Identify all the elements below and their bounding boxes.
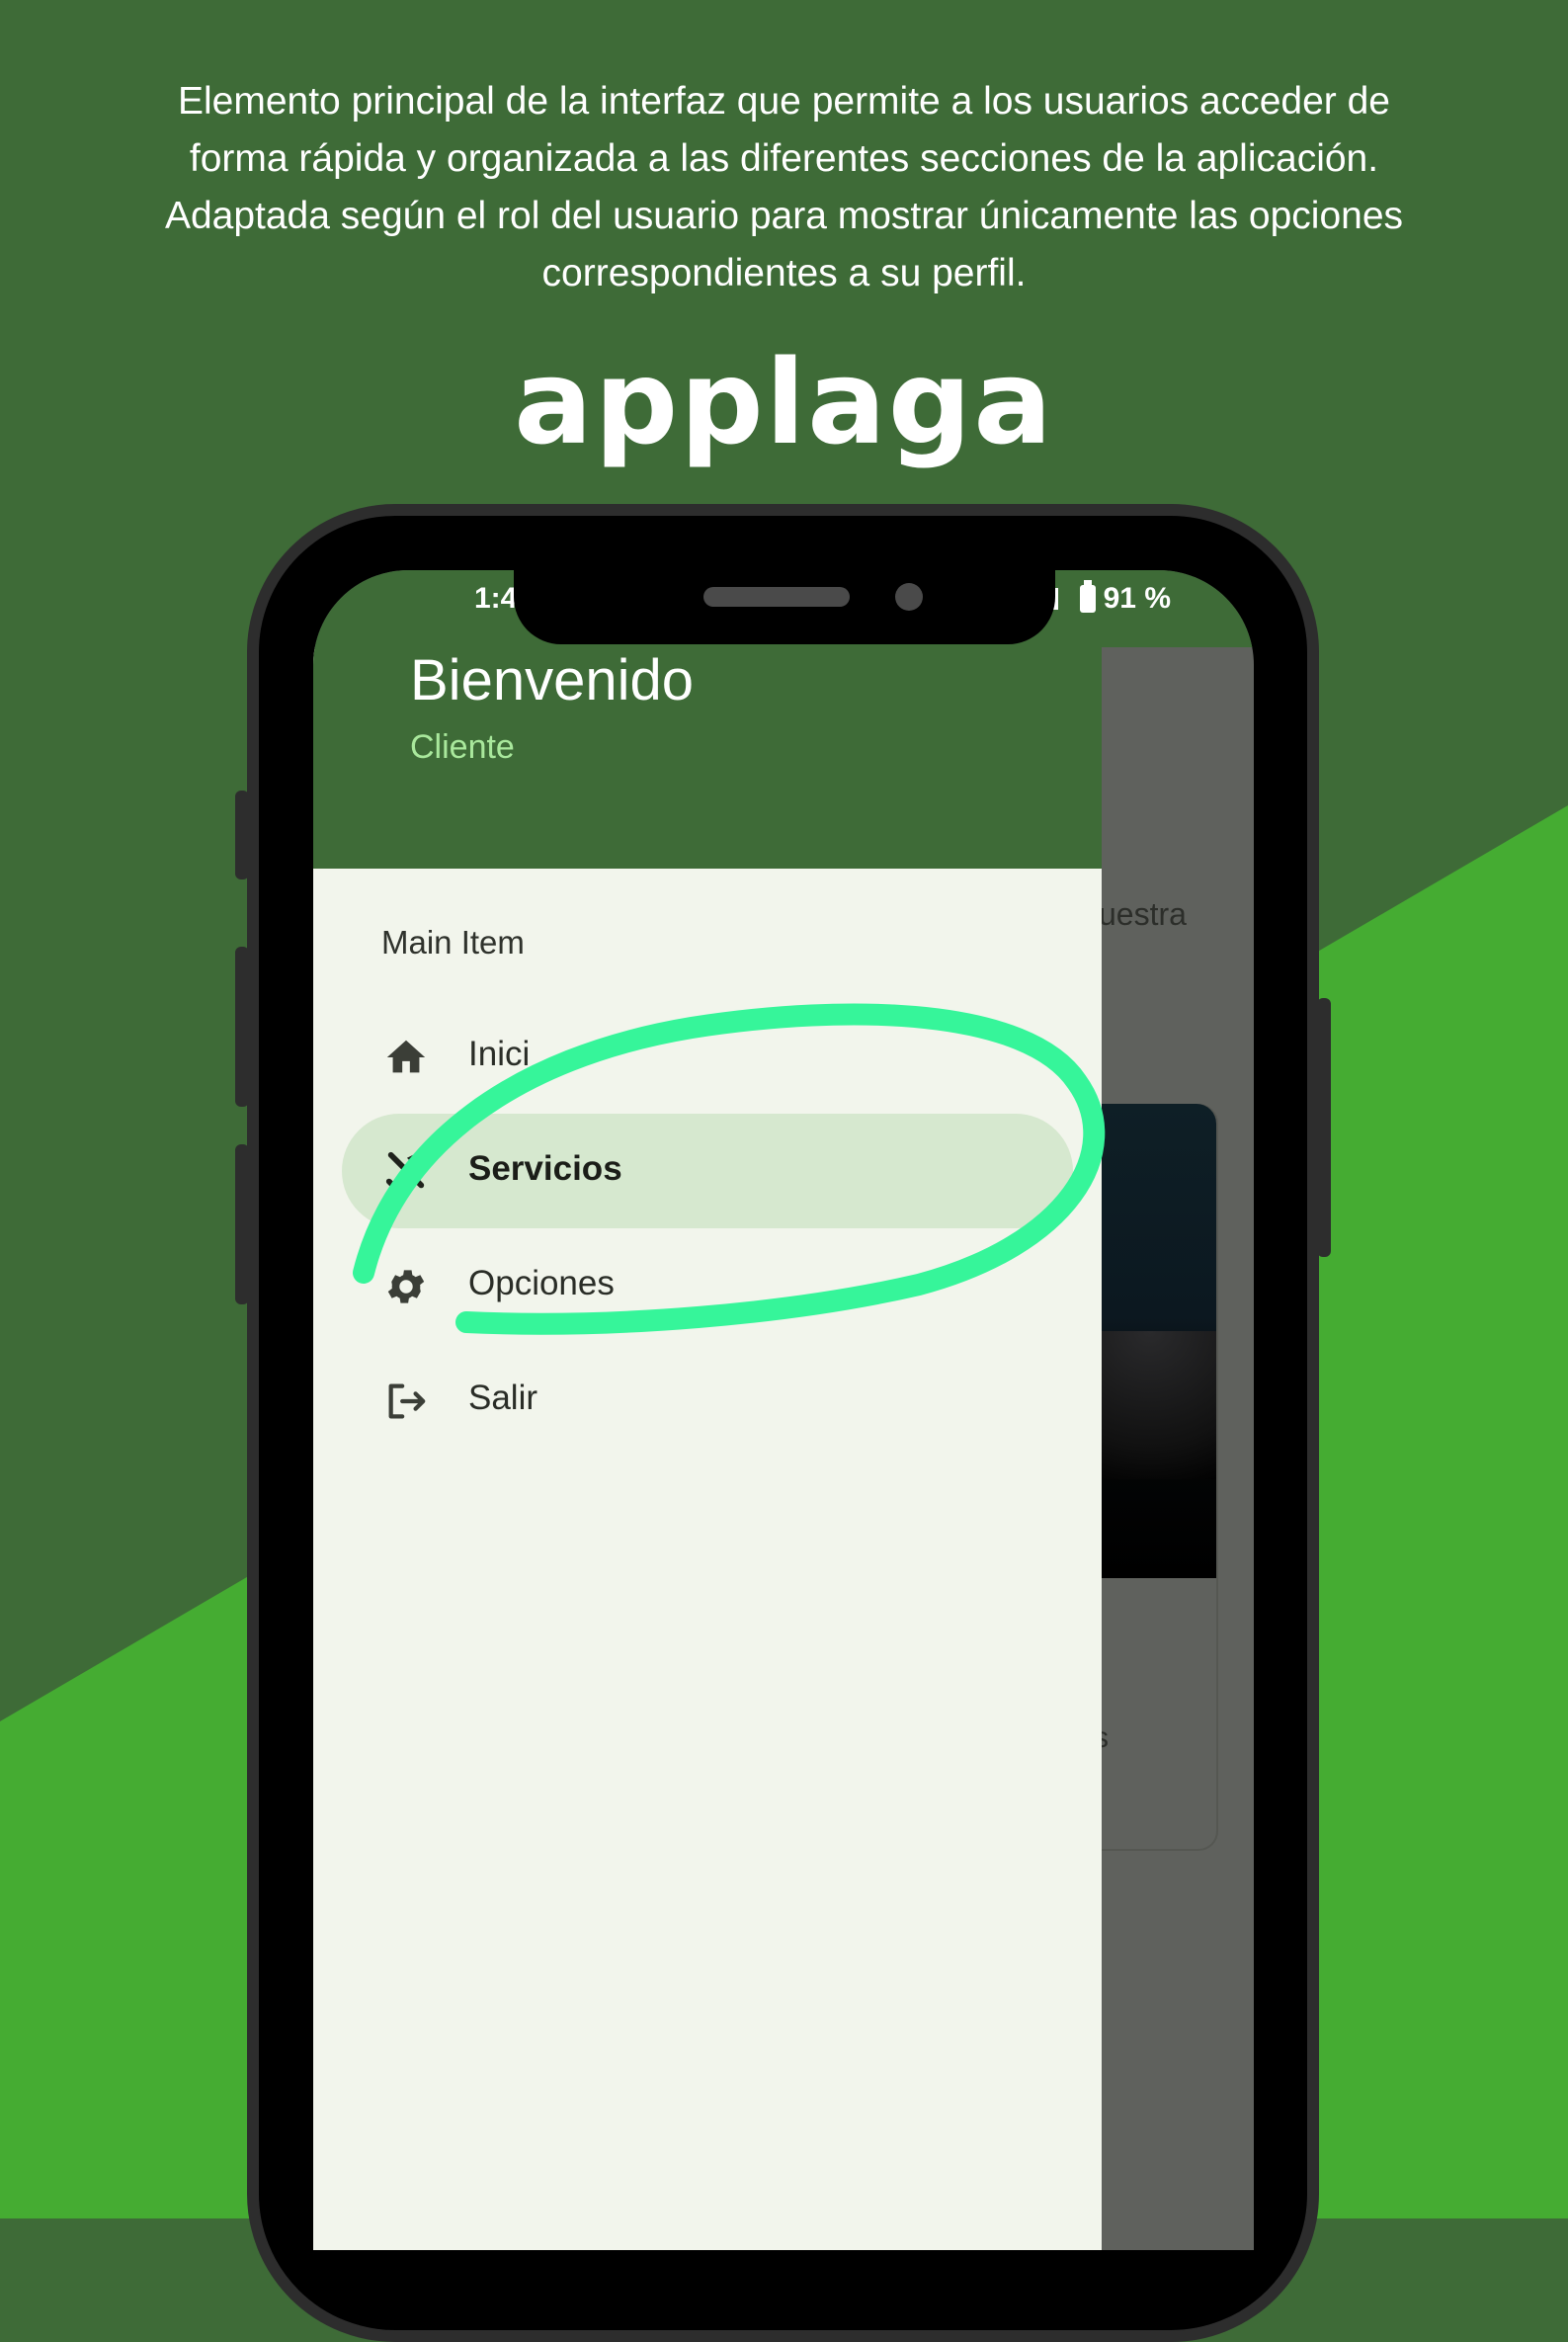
battery-level: 91 % bbox=[1103, 582, 1171, 615]
drawer-header: Bienvenido Cliente bbox=[313, 647, 1102, 869]
phone-speaker bbox=[703, 587, 850, 607]
home-icon bbox=[386, 1040, 426, 1073]
phone-screen: 1:4 91 % uestra s Bienvenido Cliente Mai… bbox=[313, 570, 1254, 2250]
drawer-section-title: Main Item bbox=[381, 924, 525, 961]
drawer-item-label: Inici bbox=[468, 1035, 531, 1073]
phone-power-button bbox=[1317, 998, 1331, 1257]
drawer-item-servicios[interactable]: Servicios bbox=[342, 1114, 1073, 1228]
battery-icon bbox=[1079, 580, 1096, 613]
drawer-item-label: Salir bbox=[468, 1379, 538, 1417]
drawer-item-inicio[interactable]: Inici bbox=[342, 999, 1073, 1114]
tools-icon bbox=[385, 1151, 427, 1193]
drawer-item-label: Opciones bbox=[468, 1264, 615, 1302]
description-text: Elemento principal de la interfaz que pe… bbox=[164, 80, 1404, 294]
welcome-title: Bienvenido bbox=[410, 648, 694, 712]
gear-icon bbox=[387, 1270, 425, 1303]
drawer-item-salir[interactable]: Salir bbox=[342, 1343, 1073, 1458]
phone-camera bbox=[895, 583, 923, 611]
navigation-drawer: Bienvenido Cliente Main Item Inici Servi… bbox=[313, 647, 1102, 2250]
user-role: Cliente bbox=[410, 728, 515, 766]
status-time: 1:4 bbox=[474, 582, 518, 615]
drawer-item-label: Servicios bbox=[468, 1149, 622, 1188]
logout-icon bbox=[388, 1383, 426, 1419]
battery-indicator: 91 % bbox=[1079, 580, 1171, 616]
background-app-text: uestra bbox=[1099, 896, 1187, 932]
brand-logo: applaga bbox=[514, 334, 1054, 470]
drawer-item-opciones[interactable]: Opciones bbox=[342, 1228, 1073, 1343]
